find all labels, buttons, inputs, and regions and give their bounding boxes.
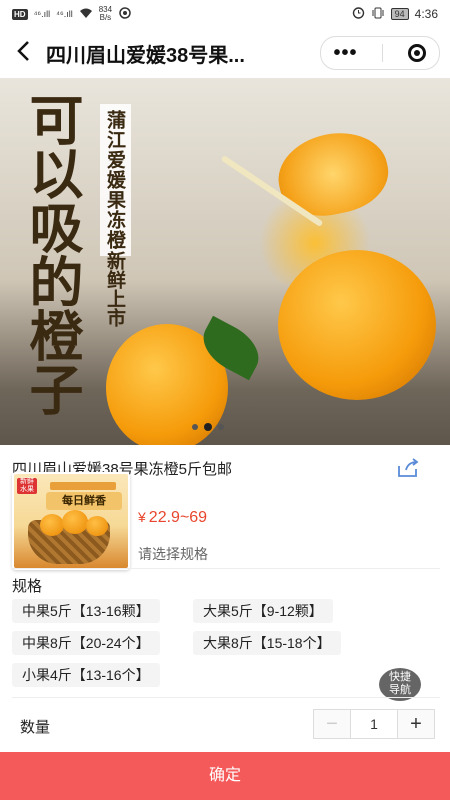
page-title: 四川眉山爱媛38号果... [46, 44, 245, 67]
hd-badge: HD [12, 8, 28, 20]
network-speed: 834 B/s [98, 5, 113, 22]
signal-icon-2: ⁴⁶.ıll [56, 9, 73, 19]
banner-headline: 可以吸的橙子 [20, 92, 84, 416]
product-banner[interactable]: 可以吸的橙子 蒲江爱媛果冻橙 ·新鲜上市 [0, 78, 450, 445]
carousel-dot[interactable] [218, 424, 224, 430]
quick-nav-label-2: 导航 [389, 684, 411, 696]
product-thumbnail[interactable]: 新鲜水果 每日鲜香 [12, 472, 130, 570]
confirm-button[interactable]: 确定 [0, 752, 450, 800]
carousel-dot-active[interactable] [204, 423, 212, 431]
orange-thumb [86, 516, 108, 536]
divider [12, 568, 440, 569]
thumb-title: 每日鲜香 [46, 492, 122, 510]
price-value: 22.9~69 [148, 509, 208, 526]
divider [12, 697, 440, 698]
wifi-icon [79, 7, 93, 22]
banner-subtitle: 蒲江爱媛果冻橙 [100, 104, 131, 256]
spec-option[interactable]: 中果5斤【13-16颗】 [12, 599, 160, 623]
more-button[interactable]: ••• [333, 42, 357, 65]
increase-button[interactable]: + [397, 710, 434, 738]
brand-logo: 新鲜水果 [17, 478, 37, 494]
quantity-value[interactable]: 1 [351, 710, 397, 738]
select-spec-hint: 请选择规格 [138, 546, 208, 562]
vibrate-icon [371, 7, 385, 22]
mini-program-capsule: ••• [320, 36, 440, 70]
spec-option[interactable]: 中果8斤【20-24个】 [12, 631, 160, 655]
share-icon[interactable] [396, 458, 419, 478]
spec-option[interactable]: 大果8斤【15-18个】 [193, 631, 341, 655]
signal-icon: ⁴⁶.ıll [33, 9, 51, 19]
quantity-label: 数量 [20, 719, 51, 736]
price-range: ¥22.9~69 [138, 509, 207, 527]
banner-tagline: ·新鲜上市 [104, 244, 126, 327]
decrease-button[interactable]: − [314, 710, 351, 738]
orange-image [278, 250, 436, 400]
carousel-dot[interactable] [192, 424, 198, 430]
thumb-tag [50, 482, 116, 490]
quick-nav-label-1: 快捷 [389, 671, 411, 683]
status-bar: HD ⁴⁶.ıll ⁴⁶.ıll 834 B/s 94 4:36 [0, 0, 450, 28]
currency-symbol: ¥ [138, 509, 146, 525]
spec-option[interactable]: 大果5斤【9-12颗】 [193, 599, 333, 623]
clock: 4:36 [414, 7, 438, 21]
nav-bar: 四川眉山爱媛38号果... ••• [0, 28, 450, 78]
spec-option[interactable]: 小果4斤【13-16个】 [12, 663, 160, 687]
battery-indicator: 94 [390, 8, 409, 20]
capsule-divider [382, 44, 384, 62]
carousel-indicator [192, 423, 224, 431]
record-icon[interactable] [408, 44, 427, 62]
spec-label: 规格 [12, 578, 43, 595]
alarm-icon [352, 6, 365, 22]
quantity-stepper: − 1 + [313, 709, 435, 739]
chevron-left-icon[interactable] [0, 28, 46, 78]
orange-thumb [40, 514, 64, 536]
eye-icon [118, 6, 132, 22]
orange-thumb [62, 510, 88, 534]
